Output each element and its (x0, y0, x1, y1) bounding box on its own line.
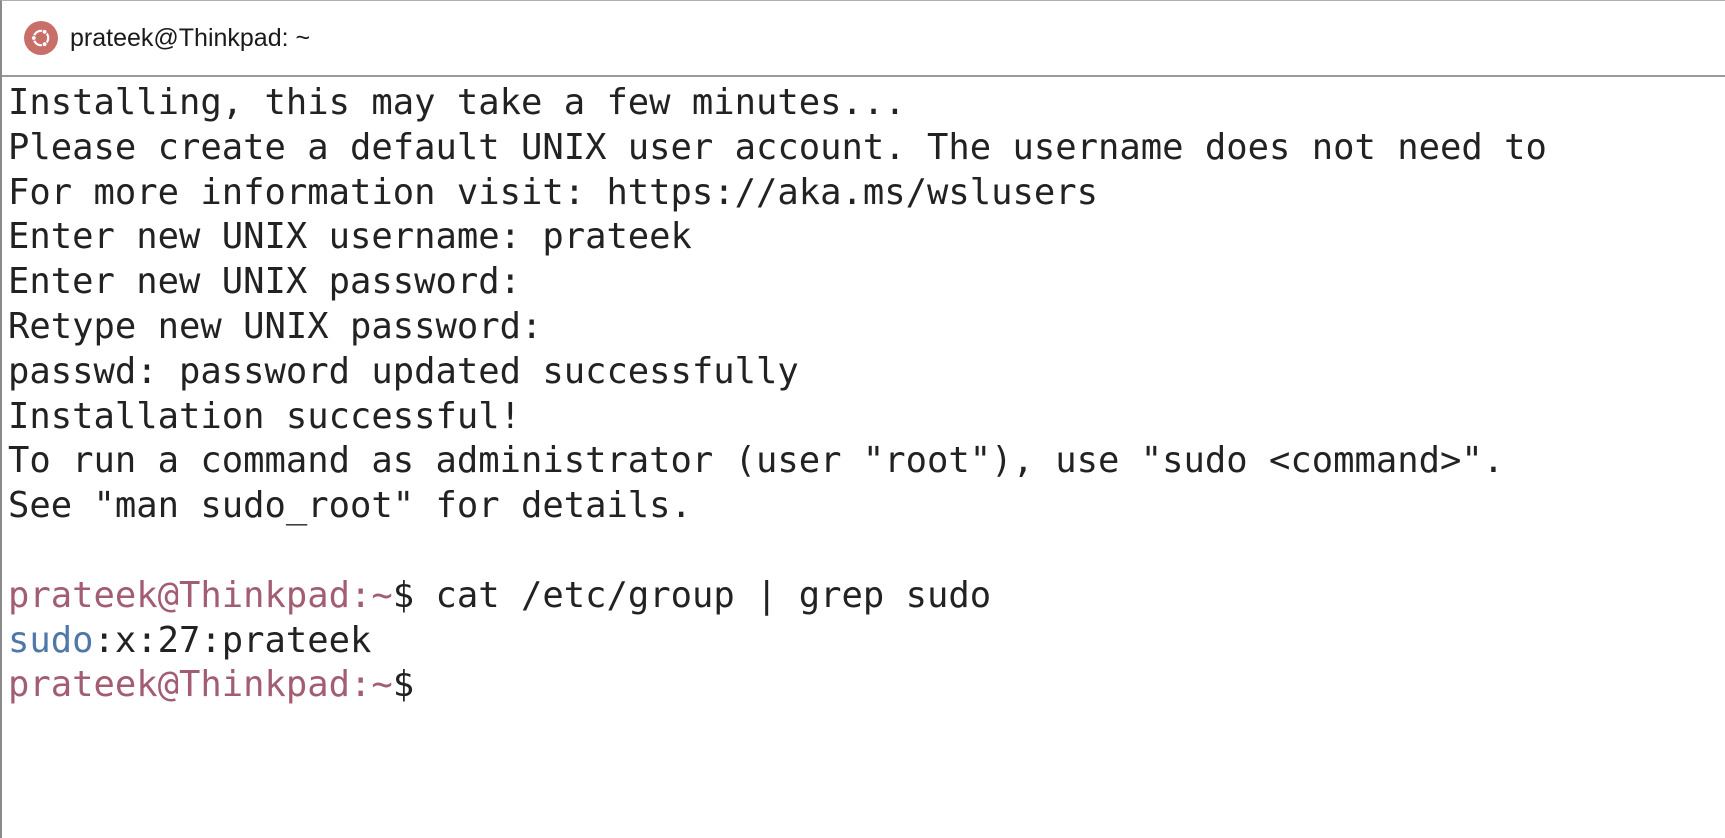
terminal-line: For more information visit: https://aka.… (8, 171, 1099, 213)
terminal-window: prateek@Thinkpad: ~ Installing, this may… (0, 0, 1725, 838)
window-title: prateek@Thinkpad: ~ (70, 23, 311, 52)
command-line: prateek@Thinkpad:~$ cat /etc/group | gre… (8, 574, 1725, 619)
terminal-line: See "man sudo_root" for details. (8, 485, 692, 527)
ubuntu-logo-icon-graphic (30, 28, 50, 48)
terminal-line: Installing, this may take a few minutes.… (8, 82, 906, 123)
command-text: cat /etc/group | grep sudo (414, 574, 992, 616)
terminal-output[interactable]: Installing, this may take a few minutes.… (8, 81, 1725, 838)
terminal-line: Enter new UNIX password: (8, 261, 521, 303)
prompt-user-host: prateek@Thinkpad (8, 574, 350, 616)
terminal-line: Installation successful! (8, 395, 521, 437)
prompt-user-host: prateek@Thinkpad (8, 664, 350, 706)
final-prompt-line[interactable]: prateek@Thinkpad:~$ (8, 663, 1725, 708)
group-entry: :x:27:prateek (93, 619, 372, 661)
group-name: sudo (8, 619, 94, 661)
ubuntu-logo-icon (24, 21, 58, 55)
terminal-line: Enter new UNIX username: prateek (8, 216, 692, 258)
prompt-path: :~ (349, 664, 393, 706)
terminal-line: Retype new UNIX password: (8, 305, 543, 347)
prompt-symbol: $ (392, 664, 415, 706)
terminal-line: Please create a default UNIX user accoun… (8, 126, 1547, 168)
prompt-path: :~ (349, 574, 393, 616)
title-bar[interactable]: prateek@Thinkpad: ~ (2, 1, 1725, 77)
terminal-line: To run a command as administrator (user … (8, 440, 1505, 482)
terminal-line: passwd: password updated successfully (8, 350, 799, 392)
prompt-symbol: $ (392, 574, 415, 616)
command-output-line: sudo:x:27:prateek (8, 619, 1725, 664)
